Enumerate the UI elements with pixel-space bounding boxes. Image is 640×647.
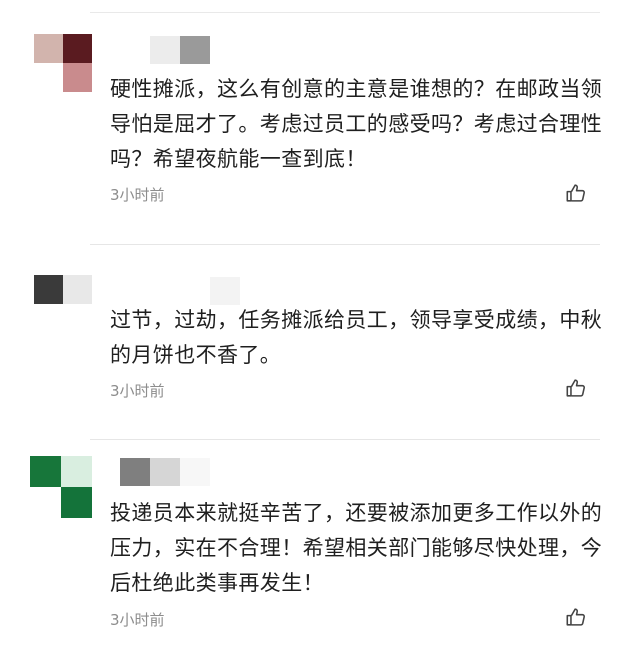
username-pixel xyxy=(150,458,180,486)
thumbs-up-path xyxy=(566,379,585,397)
username-redacted[interactable] xyxy=(120,458,210,486)
username-pixel xyxy=(210,36,240,64)
comment-text: 硬性摊派，这么有创意的主意是谁想的？在邮政当领导怕是屈才了。考虑过员工的感受吗？… xyxy=(110,77,603,171)
avatar-pixel xyxy=(30,456,61,487)
avatar[interactable] xyxy=(34,34,92,92)
username-pixel xyxy=(180,277,210,305)
username-redacted[interactable] xyxy=(150,277,240,305)
avatar-pixel xyxy=(63,63,92,92)
thumbs-up-icon[interactable] xyxy=(565,377,587,399)
comment-divider xyxy=(90,244,600,245)
comment-time: 3小时前 xyxy=(110,611,165,629)
thumbs-up-icon[interactable] xyxy=(565,606,587,628)
username-redacted[interactable] xyxy=(150,36,240,64)
avatar[interactable] xyxy=(30,456,92,518)
avatar-pixel xyxy=(63,34,92,63)
avatar[interactable] xyxy=(34,275,92,333)
thumbs-up-icon[interactable] xyxy=(565,182,587,204)
username-pixel xyxy=(210,277,240,305)
avatar-pixel xyxy=(34,304,63,333)
avatar-pixel xyxy=(63,304,92,333)
thumbs-up-path xyxy=(566,608,585,626)
avatar-pixel xyxy=(30,487,61,518)
avatar-pixel xyxy=(34,275,63,304)
username-pixel xyxy=(180,36,210,64)
username-pixel xyxy=(150,36,180,64)
username-pixel xyxy=(180,458,210,486)
thumbs-up-path xyxy=(566,184,585,202)
comment-text: 投递员本来就挺辛苦了，还要被添加更多工作以外的压力，实在不合理！希望相关部门能够… xyxy=(110,501,603,595)
username-pixel xyxy=(120,458,150,486)
avatar-pixel xyxy=(63,275,92,304)
avatar-pixel xyxy=(61,487,92,518)
avatar-pixel xyxy=(34,63,63,92)
username-pixel xyxy=(150,277,180,305)
comment-time: 3小时前 xyxy=(110,186,165,204)
top-divider xyxy=(90,12,600,13)
comment-divider xyxy=(90,439,600,440)
avatar-pixel xyxy=(61,456,92,487)
comment-text: 过节，过劫，任务摊派给员工，领导享受成绩，中秋的月饼也不香了。 xyxy=(110,308,603,367)
comment-time: 3小时前 xyxy=(110,382,165,400)
avatar-pixel xyxy=(34,34,63,63)
